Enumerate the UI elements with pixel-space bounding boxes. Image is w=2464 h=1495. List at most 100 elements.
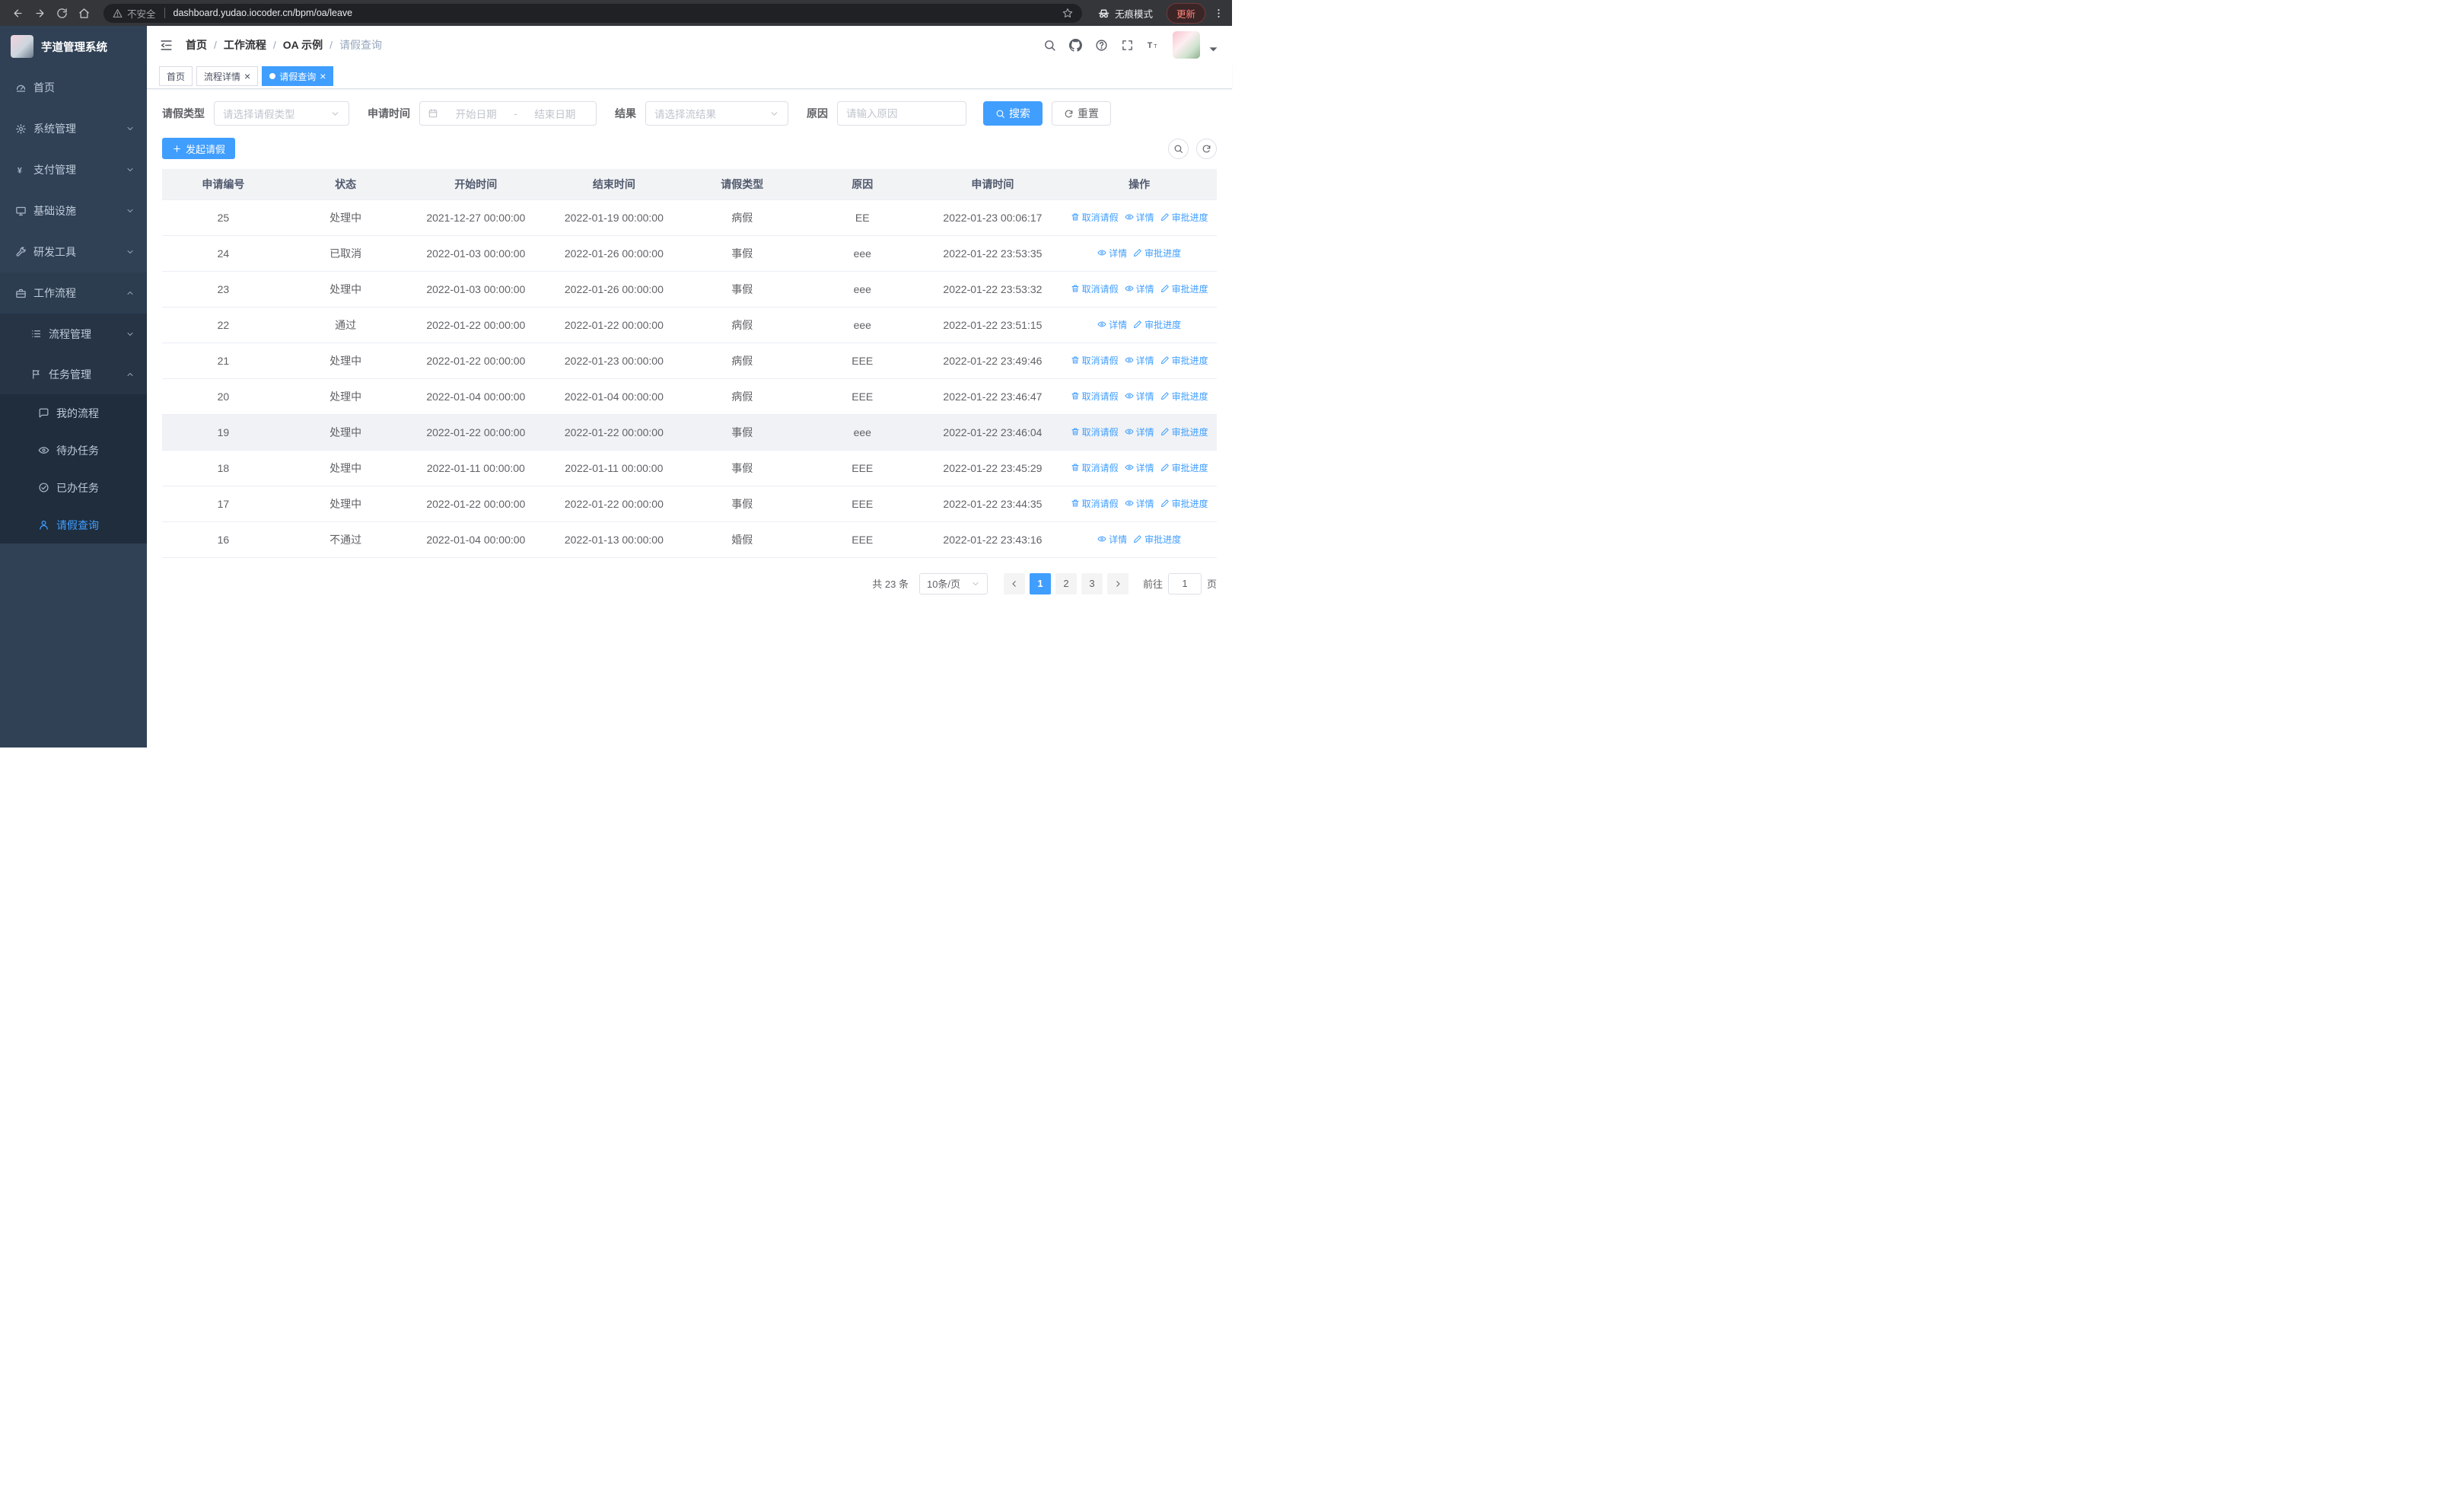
sidebar-item-流程管理[interactable]: 流程管理 — [0, 314, 147, 354]
reset-button[interactable]: 重置 — [1052, 101, 1111, 126]
security-warning-label[interactable]: 不安全 — [127, 6, 156, 21]
back-button[interactable] — [8, 3, 28, 24]
cell-actions: 详情 审批进度 — [1062, 521, 1217, 558]
leave-type-select[interactable]: 请选择请假类型 — [214, 101, 349, 126]
bookmark-star-icon[interactable] — [1062, 8, 1073, 18]
cancel-leave-link[interactable]: 取消请假 — [1071, 390, 1119, 403]
sidebar-item-支付管理[interactable]: ¥ 支付管理 — [0, 149, 147, 190]
approval-progress-link[interactable]: 审批进度 — [1160, 461, 1208, 474]
table-row[interactable]: 16 不通过 2022-01-04 00:00:00 2022-01-13 00:00… — [162, 521, 1217, 558]
table-row[interactable]: 17 处理中 2022-01-22 00:00:00 2022-01-22 00:00… — [162, 486, 1217, 522]
approval-progress-link[interactable]: 审批进度 — [1160, 390, 1208, 403]
breadcrumb-item[interactable]: OA 示例 — [283, 37, 323, 53]
address-bar[interactable]: 不安全 dashboard.yudao.iocoder.cn/bpm/oa/le… — [103, 3, 1082, 23]
breadcrumb-item[interactable]: 首页 — [186, 37, 207, 53]
sidebar-item-基础设施[interactable]: 基础设施 — [0, 190, 147, 231]
cancel-leave-link[interactable]: 取消请假 — [1071, 354, 1119, 367]
sidebar-item-待办任务[interactable]: 待办任务 — [0, 432, 147, 469]
font-size-icon[interactable]: TT — [1147, 39, 1160, 52]
tab-首页[interactable]: 首页 — [159, 66, 193, 86]
page-button-1[interactable]: 1 — [1029, 572, 1051, 594]
result-select[interactable]: 请选择流结果 — [645, 101, 788, 126]
update-button[interactable]: 更新 — [1166, 2, 1205, 24]
detail-link[interactable]: 详情 — [1125, 461, 1154, 474]
forward-button[interactable] — [30, 3, 50, 24]
cancel-leave-link[interactable]: 取消请假 — [1071, 426, 1119, 438]
help-icon[interactable] — [1095, 39, 1108, 52]
detail-link[interactable]: 详情 — [1125, 390, 1154, 403]
detail-link[interactable]: 详情 — [1125, 354, 1154, 367]
cancel-leave-link[interactable]: 取消请假 — [1071, 461, 1119, 474]
sidebar-fold-icon[interactable] — [159, 38, 173, 53]
goto-page-input[interactable] — [1167, 572, 1202, 594]
sidebar-item-研发工具[interactable]: 研发工具 — [0, 231, 147, 273]
next-page-button[interactable] — [1106, 572, 1129, 594]
github-icon[interactable] — [1069, 38, 1082, 52]
tab-close-icon[interactable]: × — [244, 71, 250, 81]
approval-progress-link[interactable]: 审批进度 — [1160, 426, 1208, 438]
cancel-leave-link[interactable]: 取消请假 — [1071, 497, 1119, 510]
prev-page-button[interactable] — [1003, 572, 1025, 594]
cell-actions: 取消请假 详情 审批进度 — [1062, 199, 1217, 236]
goto-page: 前往 页 — [1143, 572, 1217, 594]
search-icon[interactable] — [1043, 39, 1056, 52]
sidebar-item-请假查询[interactable]: 请假查询 — [0, 506, 147, 543]
sidebar-item-工作流程[interactable]: 工作流程 — [0, 273, 147, 314]
table-row[interactable]: 25 处理中 2021-12-27 00:00:00 2022-01-19 00:00… — [162, 199, 1217, 236]
fullscreen-icon[interactable] — [1121, 39, 1134, 52]
page-button-2[interactable]: 2 — [1055, 572, 1077, 594]
create-leave-button[interactable]: 发起请假 — [162, 138, 236, 159]
detail-link[interactable]: 详情 — [1097, 247, 1127, 260]
cell-id: 22 — [162, 307, 285, 343]
table-row[interactable]: 21 处理中 2022-01-22 00:00:00 2022-01-23 00:00… — [162, 343, 1217, 379]
cancel-leave-link-label: 取消请假 — [1081, 283, 1119, 295]
sidebar-item-首页[interactable]: 首页 — [0, 67, 147, 108]
approval-progress-link[interactable]: 审批进度 — [1160, 497, 1208, 510]
toggle-search-button[interactable] — [1168, 138, 1189, 159]
sidebar-item-我的流程[interactable]: 我的流程 — [0, 394, 147, 432]
table-row[interactable]: 24 已取消 2022-01-03 00:00:00 2022-01-26 00:00… — [162, 235, 1217, 272]
approval-progress-link[interactable]: 审批进度 — [1160, 211, 1208, 224]
sidebar-item-任务管理[interactable]: 任务管理 — [0, 354, 147, 394]
browser-menu-icon[interactable] — [1213, 8, 1224, 19]
detail-link[interactable]: 详情 — [1097, 533, 1127, 546]
search-button[interactable]: 搜索 — [983, 101, 1043, 126]
table-row[interactable]: 18 处理中 2022-01-11 00:00:00 2022-01-11 00:00… — [162, 450, 1217, 486]
approval-progress-link[interactable]: 审批进度 — [1133, 318, 1181, 331]
approval-progress-link[interactable]: 审批进度 — [1133, 247, 1181, 260]
caret-down-icon[interactable] — [1207, 43, 1220, 56]
home-icon — [78, 8, 90, 19]
approval-progress-link[interactable]: 审批进度 — [1160, 282, 1208, 295]
approval-progress-link[interactable]: 审批进度 — [1160, 354, 1208, 367]
url-text[interactable]: dashboard.yudao.iocoder.cn/bpm/oa/leave — [173, 8, 353, 18]
tab-流程详情[interactable]: 流程详情 × — [196, 66, 259, 86]
page-size-select[interactable]: 10条/页 — [918, 572, 988, 594]
sidebar-item-系统管理[interactable]: 系统管理 — [0, 108, 147, 149]
detail-link[interactable]: 详情 — [1097, 318, 1127, 331]
breadcrumb-item[interactable]: 工作流程 — [224, 37, 266, 53]
refresh-table-button[interactable] — [1196, 138, 1217, 159]
table-row[interactable]: 23 处理中 2022-01-03 00:00:00 2022-01-26 00:00… — [162, 271, 1217, 308]
reason-input[interactable] — [837, 101, 966, 126]
table-row[interactable]: 22 通过 2022-01-22 00:00:00 2022-01-22 00:00:… — [162, 307, 1217, 343]
approval-progress-link[interactable]: 审批进度 — [1133, 533, 1181, 546]
detail-link[interactable]: 详情 — [1125, 211, 1154, 224]
avatar[interactable] — [1173, 31, 1200, 59]
home-button[interactable] — [74, 3, 94, 24]
sidebar-item-已办任务[interactable]: 已办任务 — [0, 469, 147, 506]
eye-icon — [1125, 427, 1134, 436]
detail-link[interactable]: 详情 — [1125, 282, 1154, 295]
table-row[interactable]: 20 处理中 2022-01-04 00:00:00 2022-01-04 00:00… — [162, 378, 1217, 415]
tab-label: 流程详情 — [204, 71, 241, 82]
cancel-leave-link[interactable]: 取消请假 — [1071, 211, 1119, 224]
tab-close-icon[interactable]: × — [320, 71, 326, 81]
app-logo[interactable]: 芋道管理系统 — [0, 26, 147, 67]
table-row[interactable]: 19 处理中 2022-01-22 00:00:00 2022-01-22 00:00… — [162, 414, 1217, 451]
detail-link[interactable]: 详情 — [1125, 426, 1154, 438]
page-button-3[interactable]: 3 — [1081, 572, 1103, 594]
detail-link[interactable]: 详情 — [1125, 497, 1154, 510]
apply-time-range-picker[interactable]: 开始日期 - 结束日期 — [419, 101, 597, 126]
reload-button[interactable] — [52, 3, 72, 24]
cancel-leave-link[interactable]: 取消请假 — [1071, 282, 1119, 295]
tab-请假查询[interactable]: 请假查询 × — [262, 66, 334, 86]
